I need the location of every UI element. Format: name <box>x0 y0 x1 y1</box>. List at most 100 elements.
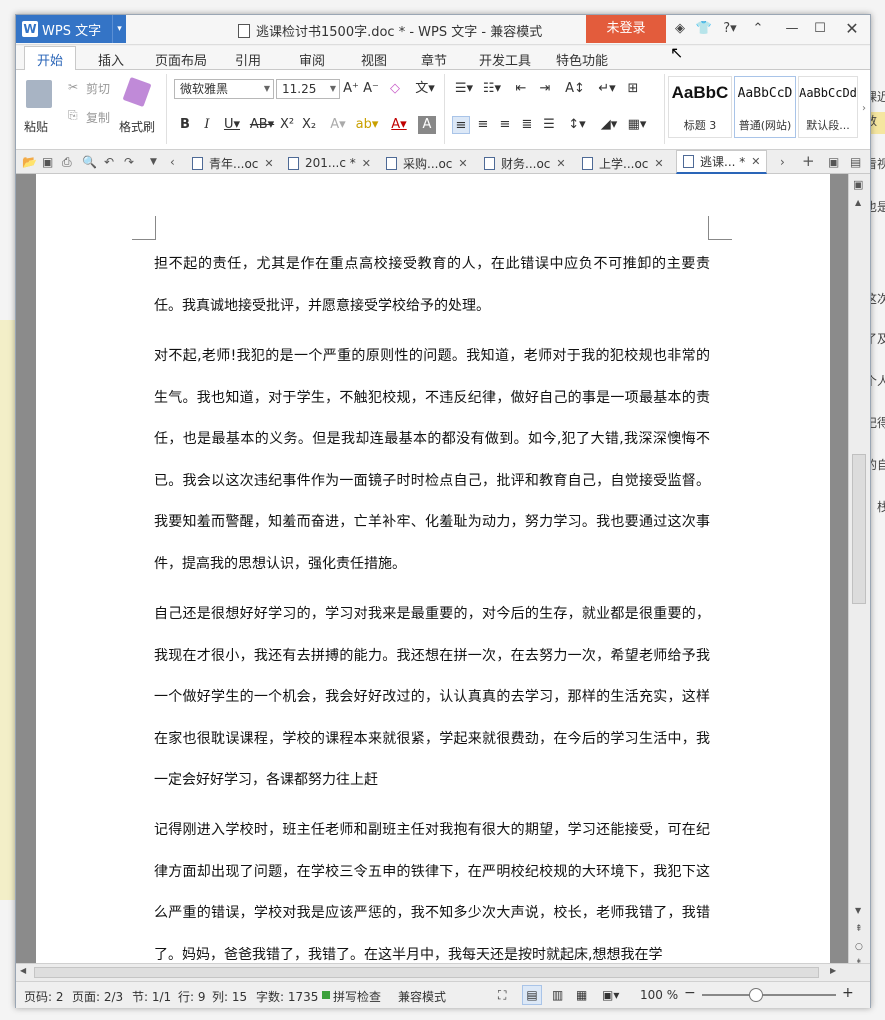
zoom-out-icon[interactable]: − <box>684 985 696 1001</box>
tab-developer[interactable]: 开发工具 <box>479 50 531 69</box>
cut-button[interactable]: 剪切 <box>86 80 110 97</box>
align-center-icon[interactable]: ≡ <box>474 116 492 134</box>
tab-list-icon[interactable]: ▣ <box>828 155 839 169</box>
tab-settings-icon[interactable]: ▤ <box>850 155 861 169</box>
char-shading-icon[interactable]: A <box>418 116 436 134</box>
superscript-icon[interactable]: X² <box>278 116 296 134</box>
save-icon[interactable]: ▣ <box>42 155 53 169</box>
print-preview-icon[interactable]: 🔍 <box>82 155 97 169</box>
scissors-icon[interactable]: ✂ <box>68 80 78 94</box>
prev-page-icon[interactable]: ⇞ <box>855 924 863 934</box>
styles-more-icon[interactable]: › <box>858 100 870 118</box>
new-tab-icon[interactable]: + <box>802 152 815 170</box>
tab-features[interactable]: 特色功能 <box>556 50 608 69</box>
tab-home[interactable]: 开始 <box>24 46 77 71</box>
scroll-right-icon[interactable]: ▶ <box>830 966 836 975</box>
line-spacing-icon[interactable]: ↕▾ <box>564 116 590 134</box>
shrink-font-icon[interactable]: A⁻ <box>362 80 380 98</box>
format-painter-icon[interactable] <box>122 76 152 108</box>
clear-format-icon[interactable]: ◇ <box>386 80 404 98</box>
ruler-toggle-icon[interactable]: ▣ <box>853 178 863 191</box>
grow-font-icon[interactable]: A⁺ <box>342 80 360 98</box>
zoom-slider-handle[interactable] <box>748 988 763 1002</box>
select-browse-icon[interactable]: ○ <box>855 942 863 952</box>
copy-icon[interactable]: ⎘ <box>68 108 78 123</box>
doc-tab[interactable]: 201...c * ✕ <box>288 153 371 173</box>
print-icon[interactable]: ⎙ <box>62 155 72 170</box>
zoom-value[interactable]: 100 % <box>640 988 678 1002</box>
close-tab-icon[interactable]: ✕ <box>556 157 565 170</box>
copy-button[interactable]: 复制 <box>86 109 110 126</box>
text-effect-icon[interactable]: A▾ <box>326 116 350 134</box>
tab-chapter[interactable]: 章节 <box>421 50 447 69</box>
increase-indent-icon[interactable]: ⇥ <box>536 80 554 98</box>
open-icon[interactable]: 📂 <box>22 155 37 169</box>
align-left-icon[interactable]: ≡ <box>452 116 470 134</box>
tab-insert[interactable]: 插入 <box>98 50 124 69</box>
format-painter-button[interactable]: 格式刷 <box>119 118 155 135</box>
minimize-icon[interactable]: — <box>782 20 802 38</box>
numbered-list-icon[interactable]: ☷▾ <box>480 80 504 98</box>
zoom-in-icon[interactable]: + <box>842 985 854 1001</box>
chinese-layout-icon[interactable]: A↕ <box>562 80 588 98</box>
tab-review[interactable]: 审阅 <box>299 50 325 69</box>
doc-tab[interactable]: 上学...oc ✕ <box>582 153 664 173</box>
paste-icon[interactable] <box>26 80 52 108</box>
page-view-icon[interactable]: ▤ <box>522 985 542 1005</box>
quick-access-dropdown-icon[interactable]: ▼ <box>150 157 157 167</box>
table-border-icon[interactable]: ⊞ <box>624 80 642 98</box>
font-color-icon[interactable]: A▾ <box>386 116 412 134</box>
outline-view-icon[interactable]: ▥ <box>552 988 563 1002</box>
undo-icon[interactable]: ↶ <box>104 155 114 169</box>
paragraph-mark-icon[interactable]: ↵▾ <box>596 80 618 98</box>
web-view-icon[interactable]: ▦ <box>576 988 587 1002</box>
style-default-paragraph[interactable]: AaBbCcDd 默认段... <box>798 76 858 138</box>
close-icon[interactable]: ✕ <box>842 20 862 38</box>
skin-icon[interactable]: 👕 <box>694 20 714 38</box>
tab-page-layout[interactable]: 页面布局 <box>155 50 207 69</box>
distribute-icon[interactable]: ☰ <box>540 116 558 134</box>
doc-tab[interactable]: 采购...oc ✕ <box>386 153 468 173</box>
style-heading3[interactable]: AaBbC 标题 3 <box>668 76 732 138</box>
font-size-select[interactable]: 11.25 ▼ <box>276 79 340 99</box>
vertical-scroll-thumb[interactable] <box>852 454 866 604</box>
vertical-scrollbar[interactable]: ▣ ▲ ▼ ⇞ ○ ⇟ <box>848 174 870 968</box>
doc-tab[interactable]: 青年...oc ✕ <box>192 153 274 173</box>
tab-view[interactable]: 视图 <box>361 50 387 69</box>
app-menu-button[interactable]: W WPS 文字 ▾ <box>16 15 126 43</box>
font-name-select[interactable]: 微软雅黑 ▼ <box>174 79 274 99</box>
tab-references[interactable]: 引用 <box>235 50 261 69</box>
horizontal-scroll-thumb[interactable] <box>34 967 819 978</box>
underline-icon[interactable]: U▾ <box>220 116 244 134</box>
help-icon[interactable]: ?▾ <box>718 20 742 38</box>
tab-scroll-right-icon[interactable]: › <box>780 155 785 169</box>
reading-view-icon[interactable]: ▣▾ <box>602 988 619 1002</box>
close-tab-icon[interactable]: ✕ <box>264 157 273 170</box>
fullscreen-icon[interactable]: ⛶ <box>498 988 506 1003</box>
status-word-count[interactable]: 字数: 1735 <box>256 988 318 1005</box>
close-tab-icon[interactable]: ✕ <box>751 155 760 168</box>
borders-icon[interactable]: ▦▾ <box>624 116 650 134</box>
highlight-icon[interactable]: ab▾ <box>354 116 380 134</box>
justify-icon[interactable]: ≣ <box>518 116 536 134</box>
maximize-icon[interactable]: ☐ <box>810 20 830 38</box>
strikethrough-icon[interactable]: AB▾ <box>248 116 276 134</box>
align-right-icon[interactable]: ≡ <box>496 116 514 134</box>
decrease-indent-icon[interactable]: ⇤ <box>512 80 530 98</box>
horizontal-scrollbar[interactable]: ◀ ▶ <box>16 963 870 981</box>
document-page[interactable]: 担不起的责任，尤其是作在重点高校接受教育的人，在此错误中应负不可推卸的主要责任。… <box>36 174 830 963</box>
tab-scroll-left-icon[interactable]: ‹ <box>170 155 175 169</box>
shading-icon[interactable]: ◢▾ <box>596 116 622 134</box>
style-normal-web[interactable]: AaBbCcD 普通(网站) <box>734 76 796 138</box>
phonetic-icon[interactable]: 文▾ <box>412 80 438 98</box>
doc-tab-active[interactable]: 逃课... * ✕ <box>676 150 768 174</box>
shield-icon[interactable]: ◈ <box>670 20 690 38</box>
close-tab-icon[interactable]: ✕ <box>362 157 371 170</box>
redo-icon[interactable]: ↷ <box>124 155 134 169</box>
collapse-ribbon-icon[interactable]: ⌃ <box>748 20 768 38</box>
subscript-icon[interactable]: X₂ <box>300 116 318 134</box>
doc-tab[interactable]: 财务...oc ✕ <box>484 153 566 173</box>
zoom-slider[interactable] <box>702 988 836 1002</box>
italic-icon[interactable]: I <box>198 116 216 134</box>
scroll-left-icon[interactable]: ◀ <box>20 966 26 975</box>
